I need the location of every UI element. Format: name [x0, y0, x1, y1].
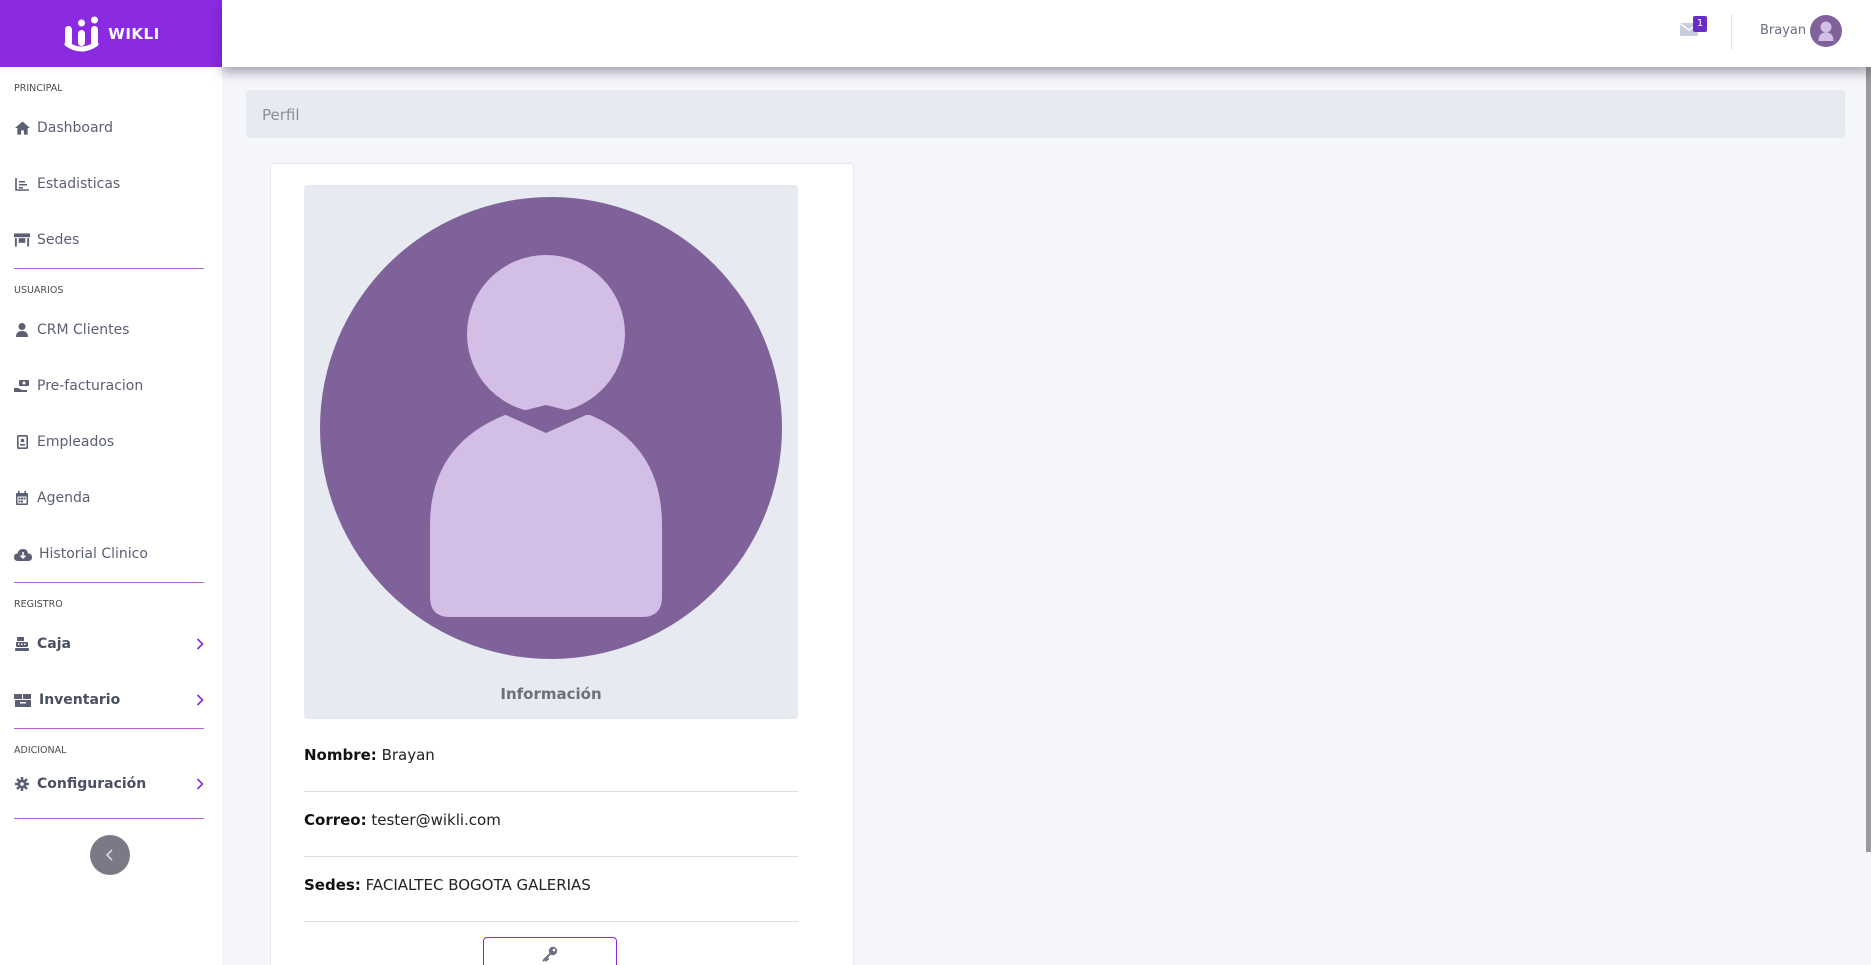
- change-password-button[interactable]: [483, 937, 617, 965]
- boxes-icon: [14, 692, 32, 708]
- info-section-title: Información: [500, 685, 602, 703]
- name-field: Nombre: Brayan: [304, 746, 798, 764]
- name-label: Nombre:: [304, 746, 377, 764]
- sidebar-item-caja[interactable]: Caja: [14, 616, 206, 672]
- sedes-value: FACIALTEC BOGOTA GALERIAS: [365, 876, 591, 894]
- sidebar: WIKLI PRINCIPAL Dashboard Estadisticas S…: [0, 0, 222, 965]
- user-avatar-icon: [1818, 21, 1834, 41]
- divider: [14, 728, 204, 729]
- section-title-usuarios: USUARIOS: [14, 285, 64, 296]
- sidebar-item-label: Historial Clinico: [39, 546, 148, 562]
- divider: [14, 268, 204, 269]
- sidebar-item-estadisticas[interactable]: Estadisticas: [14, 156, 206, 212]
- user-icon: [14, 322, 30, 338]
- divider: [14, 818, 204, 819]
- cloud-download-icon: [14, 546, 32, 562]
- sidebar-nav: PRINCIPAL Dashboard Estadisticas Sedes U…: [0, 83, 222, 819]
- divider: [304, 921, 798, 922]
- profile-header: Información: [304, 185, 798, 719]
- section-title-registro: REGISTRO: [14, 599, 63, 610]
- sidebar-item-label: Sedes: [37, 232, 80, 248]
- email-value: tester@wikli.com: [371, 811, 501, 829]
- brand-logo[interactable]: WIKLI: [0, 0, 222, 67]
- chevron-right-icon: [196, 638, 204, 650]
- sidebar-item-label: Empleados: [37, 434, 115, 450]
- section-title-principal: PRINCIPAL: [14, 83, 63, 94]
- profile-card: Información Nombre: Brayan Correo: teste…: [270, 163, 854, 965]
- sidebar-item-sedes[interactable]: Sedes: [14, 212, 206, 268]
- brand-name: WIKLI: [108, 24, 160, 43]
- divider: [304, 856, 798, 857]
- avatar[interactable]: [1810, 15, 1842, 47]
- email-label: Correo:: [304, 811, 367, 829]
- page-title: Perfil: [262, 106, 300, 124]
- sidebar-item-pre-facturacion[interactable]: Pre-facturacion: [14, 358, 206, 414]
- divider: [14, 582, 204, 583]
- profile-avatar-icon: [320, 197, 782, 659]
- breadcrumb: Perfil: [246, 90, 1845, 138]
- messages-badge: 1: [1693, 16, 1707, 32]
- sidebar-item-historial-clinico[interactable]: Historial Clinico: [14, 526, 206, 582]
- sidebar-item-label: Dashboard: [37, 120, 113, 136]
- sidebar-item-label: Pre-facturacion: [37, 378, 144, 394]
- chevron-right-icon: [196, 694, 204, 706]
- sidebar-item-empleados[interactable]: Empleados: [14, 414, 206, 470]
- email-field: Correo: tester@wikli.com: [304, 811, 798, 829]
- chevron-left-icon: [105, 849, 113, 861]
- home-icon: [14, 120, 30, 136]
- gear-icon: [14, 776, 30, 792]
- sidebar-item-configuracion[interactable]: Configuración: [14, 762, 206, 806]
- sidebar-item-crm-clientes[interactable]: CRM Clientes: [14, 302, 206, 358]
- chart-icon: [14, 176, 30, 192]
- topbar-separator: [1731, 14, 1732, 50]
- name-value: Brayan: [381, 746, 435, 764]
- sidebar-item-agenda[interactable]: Agenda: [14, 470, 206, 526]
- user-name[interactable]: Brayan: [1760, 23, 1806, 38]
- sidebar-item-label: Caja: [37, 636, 71, 652]
- topbar: 1 Brayan: [222, 0, 1871, 67]
- sidebar-item-label: Estadisticas: [37, 176, 121, 192]
- key-icon: [542, 946, 558, 962]
- divider: [304, 791, 798, 792]
- wikli-logo-icon: [64, 16, 99, 51]
- calendar-icon: [14, 490, 30, 506]
- page-scrollbar[interactable]: [1866, 0, 1871, 852]
- sidebar-item-label: Agenda: [37, 490, 91, 506]
- chevron-right-icon: [196, 778, 204, 790]
- sidebar-item-label: CRM Clientes: [37, 322, 130, 338]
- id-badge-icon: [14, 434, 30, 450]
- sidebar-item-dashboard[interactable]: Dashboard: [14, 100, 206, 156]
- store-icon: [14, 232, 30, 248]
- sidebar-item-inventario[interactable]: Inventario: [14, 672, 206, 728]
- money-hand-icon: [14, 378, 30, 394]
- sidebar-item-label: Inventario: [39, 692, 121, 708]
- cash-register-icon: [14, 636, 30, 652]
- sidebar-item-label: Configuración: [37, 776, 147, 792]
- sedes-label: Sedes:: [304, 876, 361, 894]
- sidebar-collapse-button[interactable]: [90, 835, 130, 875]
- section-title-adicional: ADICIONAL: [14, 745, 67, 756]
- sedes-field: Sedes: FACIALTEC BOGOTA GALERIAS: [304, 876, 798, 894]
